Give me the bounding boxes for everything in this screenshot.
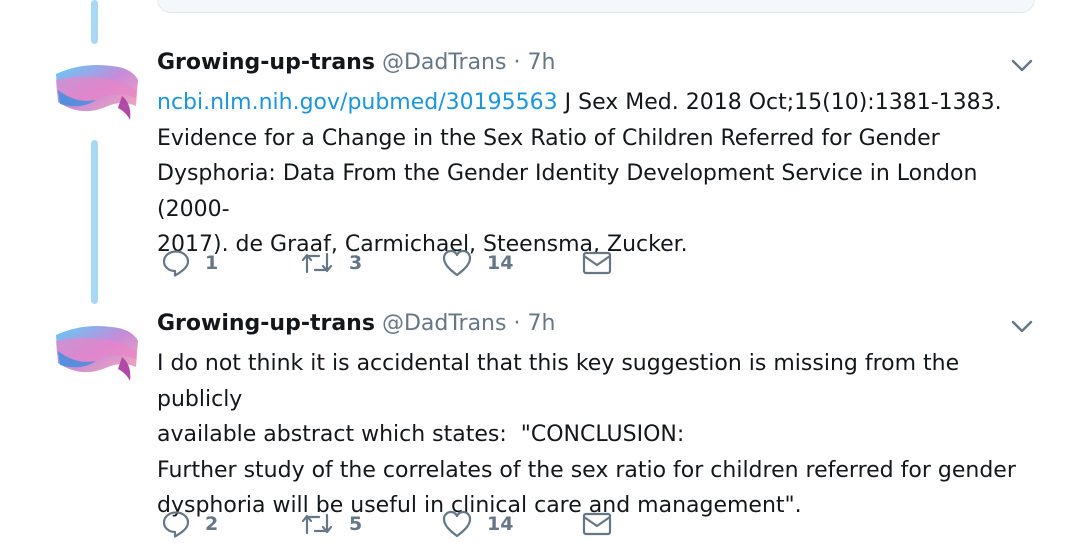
direct-message-button[interactable] [581, 507, 613, 541]
reply-icon [161, 509, 191, 539]
avatar[interactable] [52, 321, 140, 385]
tweet-text: I do not think it is accidental that thi… [157, 346, 1042, 524]
like-button[interactable]: 14 [441, 507, 513, 541]
tweet-text-content: I do not think it is accidental that thi… [157, 351, 1016, 518]
envelope-icon [581, 510, 613, 538]
chevron-down-icon[interactable] [1010, 319, 1034, 335]
separator: · [513, 311, 521, 336]
display-name[interactable]: Growing-up-trans [157, 50, 375, 75]
retweet-count: 5 [349, 513, 363, 535]
like-count: 14 [487, 513, 514, 535]
tweet-actions: 2 5 14 [157, 507, 657, 541]
heart-icon [441, 509, 473, 539]
tweet[interactable]: Growing-up-trans @DadTrans · 7h ncbi.nlm… [0, 0, 1083, 277]
reply-button[interactable]: 2 [161, 507, 218, 541]
tweet-text: ncbi.nlm.nih.gov/pubmed/30195563 J Sex M… [157, 85, 1042, 263]
pubmed-link[interactable]: ncbi.nlm.nih.gov/pubmed/30195563 [157, 90, 558, 115]
avatar[interactable] [52, 60, 140, 124]
display-name[interactable]: Growing-up-trans [157, 311, 375, 336]
user-handle[interactable]: @DadTrans [382, 50, 507, 75]
retweet-button[interactable]: 5 [299, 507, 362, 541]
tweet-header: Growing-up-trans @DadTrans · 7h [157, 311, 555, 336]
tweet-header: Growing-up-trans @DadTrans · 7h [157, 50, 555, 75]
tweet[interactable]: Growing-up-trans @DadTrans · 7h I do not… [0, 261, 1083, 538]
retweet-icon [299, 509, 335, 539]
separator: · [513, 50, 521, 75]
timestamp[interactable]: 7h [527, 50, 555, 75]
reply-count: 2 [205, 513, 219, 535]
timestamp[interactable]: 7h [527, 311, 555, 336]
user-handle[interactable]: @DadTrans [382, 311, 507, 336]
chevron-down-icon[interactable] [1010, 58, 1034, 74]
tweet-text-content: J Sex Med. 2018 Oct;15(10):1381-1383. Ev… [157, 90, 1002, 257]
